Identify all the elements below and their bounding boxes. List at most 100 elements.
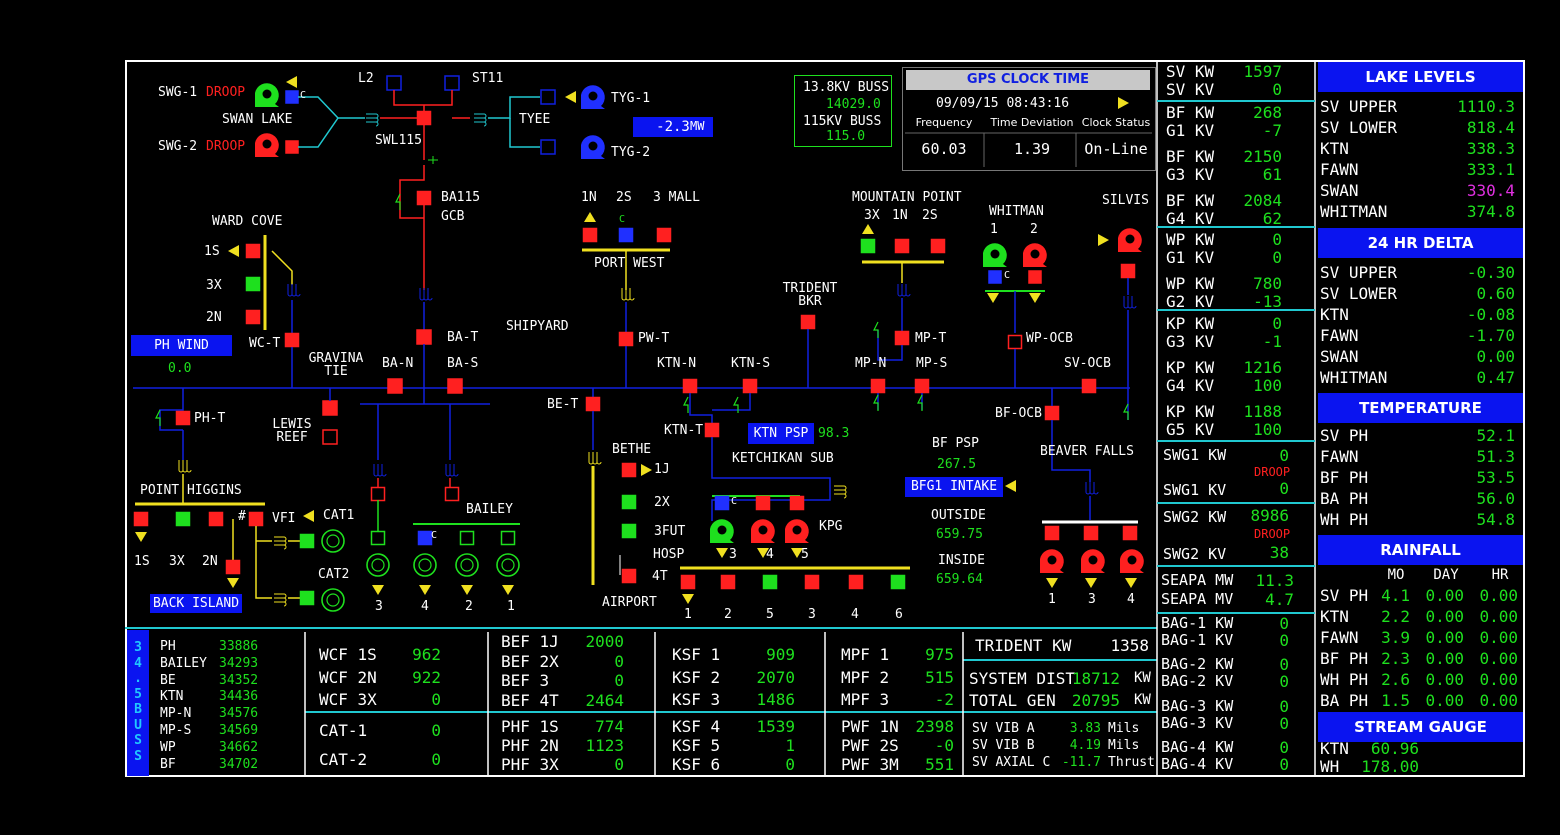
mp-3x-breaker[interactable] bbox=[860, 238, 876, 254]
wc-t-breaker[interactable] bbox=[284, 332, 300, 348]
ksf-2-breaker[interactable] bbox=[720, 574, 736, 590]
ktn-t-breaker[interactable] bbox=[704, 422, 720, 438]
mp-t-breaker[interactable] bbox=[894, 330, 910, 346]
label: 1 bbox=[990, 222, 998, 237]
ktn-s-breaker[interactable] bbox=[742, 378, 758, 394]
wh-2-breaker[interactable] bbox=[1028, 270, 1042, 284]
ph-1s-breaker[interactable] bbox=[133, 511, 149, 527]
ph-2n-arrow-icon bbox=[227, 578, 239, 588]
mpf-value: -2 bbox=[934, 690, 954, 709]
cat2-generator-icon bbox=[321, 588, 345, 612]
ba115-gcb-breaker[interactable] bbox=[416, 190, 432, 206]
wp-ocb-breaker[interactable] bbox=[1007, 334, 1023, 350]
wc-3x-breaker[interactable] bbox=[245, 276, 261, 292]
wc-1s-breaker[interactable] bbox=[245, 243, 261, 259]
kpg-breaker-2[interactable] bbox=[755, 495, 771, 511]
bf-1-breaker[interactable] bbox=[1044, 525, 1060, 541]
kpg-c-label: C bbox=[731, 496, 738, 507]
mp-n-breaker[interactable] bbox=[870, 378, 886, 394]
lewis-reef-breaker[interactable] bbox=[322, 400, 338, 416]
sv-ocb-breaker[interactable] bbox=[1081, 378, 1097, 394]
ktn-n-breaker[interactable] bbox=[682, 378, 698, 394]
pw-3mall-breaker[interactable] bbox=[656, 227, 672, 243]
swg2-kw-label: SWG2 KW bbox=[1163, 508, 1227, 526]
st11-breaker[interactable] bbox=[444, 75, 460, 91]
tyg2-breaker[interactable] bbox=[540, 139, 556, 155]
be-t-breaker[interactable] bbox=[585, 396, 601, 412]
be-2x-breaker[interactable] bbox=[621, 494, 637, 510]
pw-t-breaker[interactable] bbox=[618, 331, 634, 347]
kp-value: 100 bbox=[1253, 420, 1282, 439]
swg1-breaker[interactable] bbox=[285, 90, 299, 104]
silvis-breaker[interactable] bbox=[1120, 263, 1136, 279]
kpg-gen-3-icon-hub bbox=[717, 525, 727, 535]
ph-wind-box: PH WIND bbox=[131, 335, 232, 356]
bailey-4-upper-breaker[interactable] bbox=[444, 486, 460, 502]
tyg1-breaker[interactable] bbox=[540, 89, 556, 105]
kpg-4-label: 4 bbox=[766, 547, 774, 562]
cat1-breaker[interactable] bbox=[299, 533, 315, 549]
kpg-breaker-3[interactable] bbox=[789, 495, 805, 511]
buss-13-8-label: 13.8KV BUSS bbox=[803, 80, 890, 95]
be-3fut-breaker[interactable] bbox=[621, 523, 637, 539]
ksf-1-breaker[interactable] bbox=[680, 574, 696, 590]
ba-n-breaker[interactable] bbox=[387, 378, 403, 394]
bailey-gen-1-breaker[interactable] bbox=[500, 530, 516, 546]
mp-transformer bbox=[897, 284, 903, 297]
bf-4-breaker[interactable] bbox=[1122, 525, 1138, 541]
pw-1n-breaker[interactable] bbox=[582, 227, 598, 243]
be-1j-breaker[interactable] bbox=[621, 462, 637, 478]
bailey-gen-3-breaker[interactable] bbox=[370, 530, 386, 546]
ksf-3-breaker[interactable] bbox=[762, 574, 778, 590]
bailey-gen-4-breaker[interactable] bbox=[417, 530, 433, 546]
ph-transformer bbox=[182, 460, 188, 473]
label: CAT1 bbox=[323, 508, 355, 523]
tyee-mw-unit: MW bbox=[690, 119, 705, 133]
ph-2n-lower-breaker[interactable] bbox=[225, 559, 241, 575]
mp-2s-breaker[interactable] bbox=[930, 238, 946, 254]
ba-s-breaker[interactable] bbox=[447, 378, 463, 394]
kpg-c-breaker[interactable] bbox=[714, 495, 730, 511]
bailey-gen-2-breaker[interactable] bbox=[459, 530, 475, 546]
temperature-name: BF PH bbox=[1320, 468, 1369, 487]
ph-t-breaker[interactable] bbox=[175, 410, 191, 426]
ksf-5-breaker[interactable] bbox=[848, 574, 864, 590]
ph-switch bbox=[155, 409, 161, 426]
bailey-3-upper-breaker[interactable] bbox=[370, 486, 386, 502]
ksf-4-breaker[interactable] bbox=[804, 574, 820, 590]
mp-s-breaker[interactable] bbox=[914, 378, 930, 394]
pw-2s-breaker[interactable] bbox=[618, 227, 634, 243]
be-4t-breaker[interactable] bbox=[621, 568, 637, 584]
wc-2n-breaker[interactable] bbox=[245, 309, 261, 325]
swl115-breaker[interactable] bbox=[416, 110, 432, 126]
buss-345-char: 3 bbox=[134, 640, 142, 655]
vfi-breaker[interactable] bbox=[248, 511, 264, 527]
sv-name: SV KV bbox=[1166, 80, 1215, 99]
ksf-6-breaker[interactable] bbox=[890, 574, 906, 590]
ph-3x-breaker[interactable] bbox=[175, 511, 191, 527]
label: INSIDE bbox=[938, 553, 985, 568]
sv-value: 1597 bbox=[1243, 62, 1282, 81]
ba-t-breaker[interactable] bbox=[416, 329, 432, 345]
be-transformer bbox=[588, 452, 594, 465]
kp-name: KP KW bbox=[1166, 314, 1215, 333]
lewis-reef-open-breaker[interactable] bbox=[322, 429, 338, 445]
bfg1-intake-box: BFG1 INTAKE bbox=[905, 477, 1003, 497]
mpf-name: MPF 3 bbox=[841, 690, 890, 709]
gps-header: Clock Status bbox=[1081, 116, 1151, 129]
rainfall-header: RAINFALL bbox=[1318, 535, 1523, 565]
label: GCB bbox=[441, 209, 465, 224]
bailey-3-xfmr bbox=[373, 464, 379, 477]
bf-3-breaker[interactable] bbox=[1083, 525, 1099, 541]
l2-breaker[interactable] bbox=[386, 75, 402, 91]
wh-c-breaker[interactable] bbox=[988, 270, 1002, 284]
rainfall-mo: 2.3 bbox=[1381, 649, 1410, 668]
swg2-breaker[interactable] bbox=[285, 140, 299, 154]
trident-bkr-breaker[interactable] bbox=[800, 314, 816, 330]
bf-ocb-breaker[interactable] bbox=[1044, 405, 1060, 421]
label: 2S bbox=[616, 190, 632, 205]
mp-transformer bbox=[901, 284, 907, 297]
cat2-breaker[interactable] bbox=[299, 590, 315, 606]
mp-1n-breaker[interactable] bbox=[894, 238, 910, 254]
ph-2n-breaker[interactable] bbox=[208, 511, 224, 527]
